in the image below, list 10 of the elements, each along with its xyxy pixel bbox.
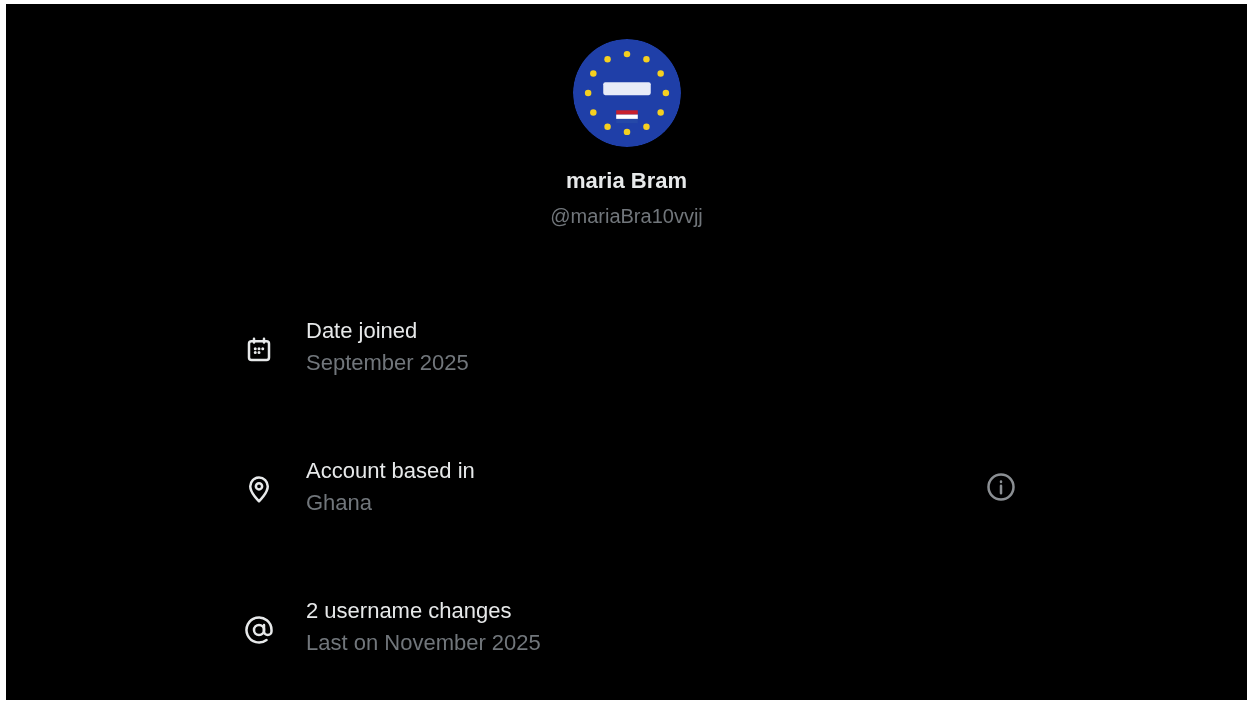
info-title: Date joined: [306, 317, 419, 345]
info-value: September 2025: [306, 349, 470, 377]
info-value: Ghana: [306, 489, 374, 517]
at-sign-icon: [244, 615, 274, 645]
info-title: 2 username changes: [306, 597, 513, 625]
info-icon[interactable]: [986, 472, 1016, 502]
display-name: maria Bram: [565, 167, 688, 195]
info-value: Last on November 2025: [306, 629, 542, 657]
info-title: Account based in: [306, 457, 476, 485]
username-handle: @mariaBra10vvjj: [550, 204, 703, 229]
